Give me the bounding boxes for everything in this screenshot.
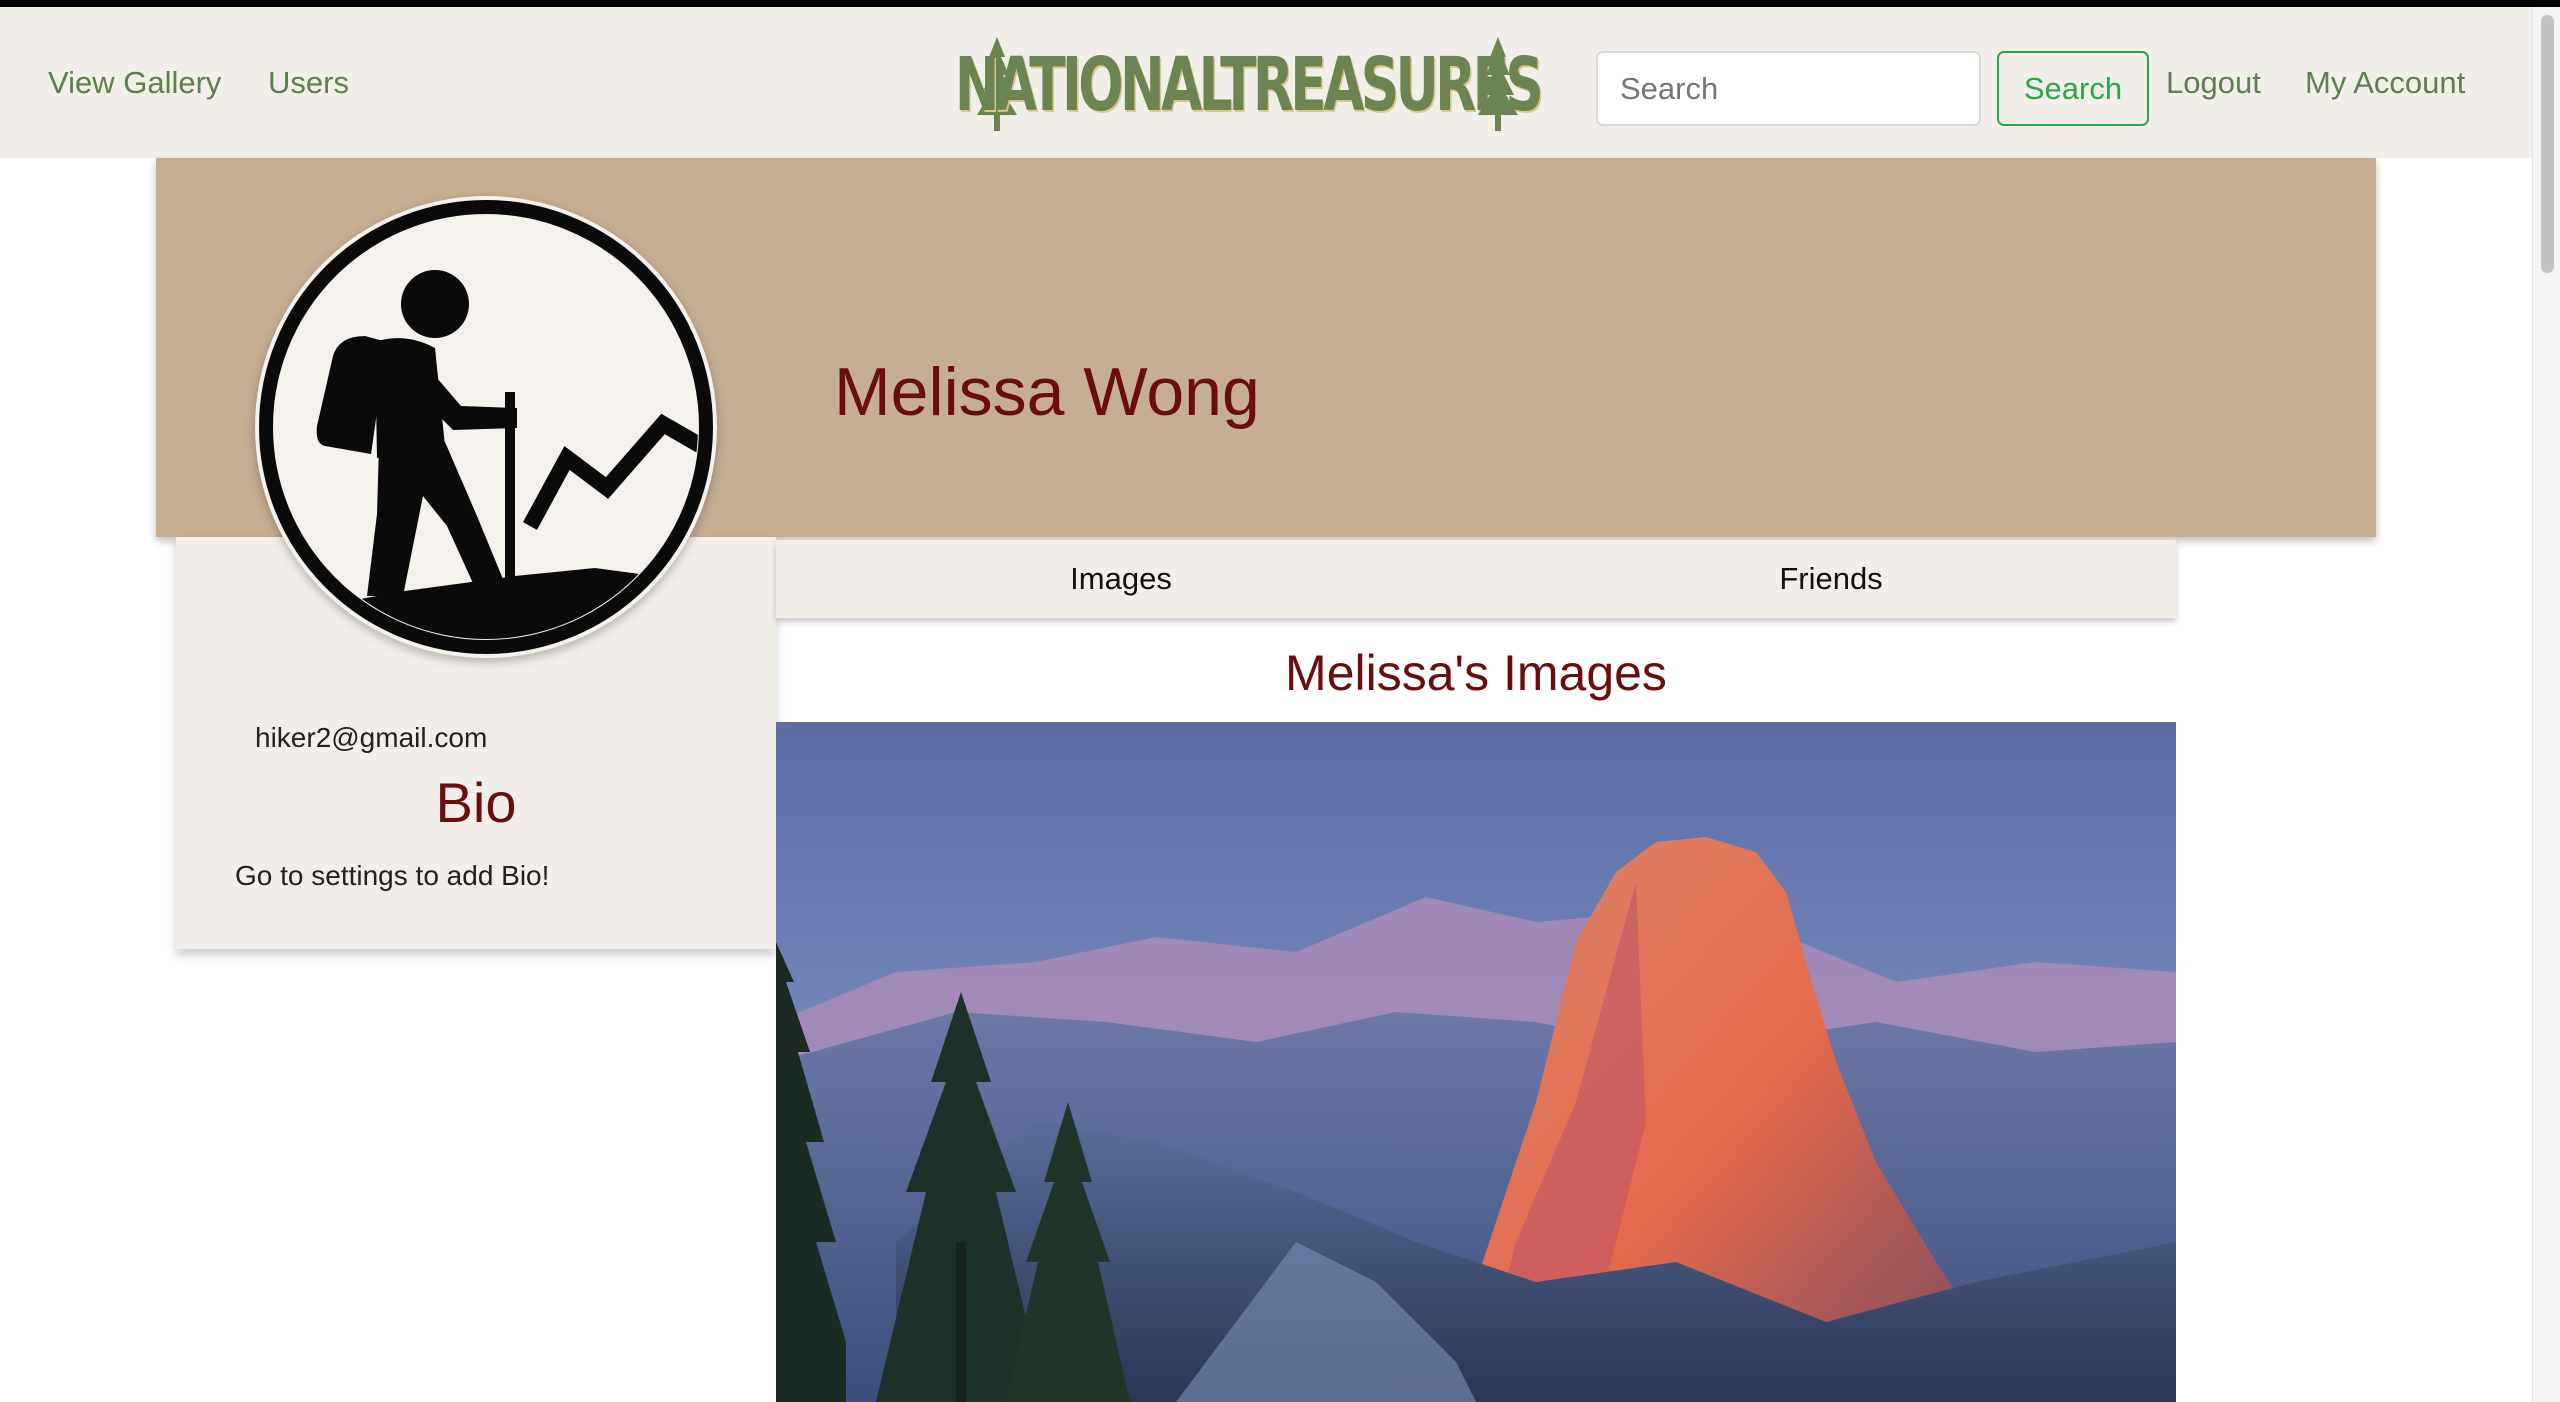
navbar: View Gallery Users NATIONALTREASURES Sea… xyxy=(0,7,2532,158)
scrollbar-thumb[interactable] xyxy=(2541,15,2554,273)
site-logo[interactable]: NATIONALTREASURES xyxy=(955,35,1544,135)
images-heading: Melissa's Images xyxy=(1285,645,1667,701)
profile-tabs: Images Friends xyxy=(776,540,2176,618)
profile-email: hiker2@gmail.com xyxy=(255,722,488,753)
hiker-icon xyxy=(259,200,713,654)
page-scrollbar[interactable] xyxy=(2532,7,2560,1402)
avatar xyxy=(255,196,717,658)
nav-users-link[interactable]: Users xyxy=(268,65,349,101)
nav-view-gallery-link[interactable]: View Gallery xyxy=(48,65,221,101)
tab-friends[interactable]: Friends xyxy=(1476,540,2176,618)
gallery-image[interactable] xyxy=(776,722,2176,1402)
logout-link[interactable]: Logout xyxy=(2166,65,2261,101)
mountain-photo xyxy=(776,722,2176,1402)
profile-name: Melissa Wong xyxy=(834,354,1260,430)
tab-images[interactable]: Images xyxy=(776,540,1476,618)
my-account-link[interactable]: My Account xyxy=(2305,65,2465,101)
logo-wordmark: NATIONALTREASURES xyxy=(954,42,1544,128)
bio-text: Go to settings to add Bio! xyxy=(235,860,550,891)
top-border xyxy=(0,0,2560,7)
pine-tree-icon xyxy=(1478,37,1518,131)
search-input[interactable] xyxy=(1596,51,1981,126)
search-button[interactable]: Search xyxy=(1997,51,2149,126)
bio-heading: Bio xyxy=(435,771,517,834)
